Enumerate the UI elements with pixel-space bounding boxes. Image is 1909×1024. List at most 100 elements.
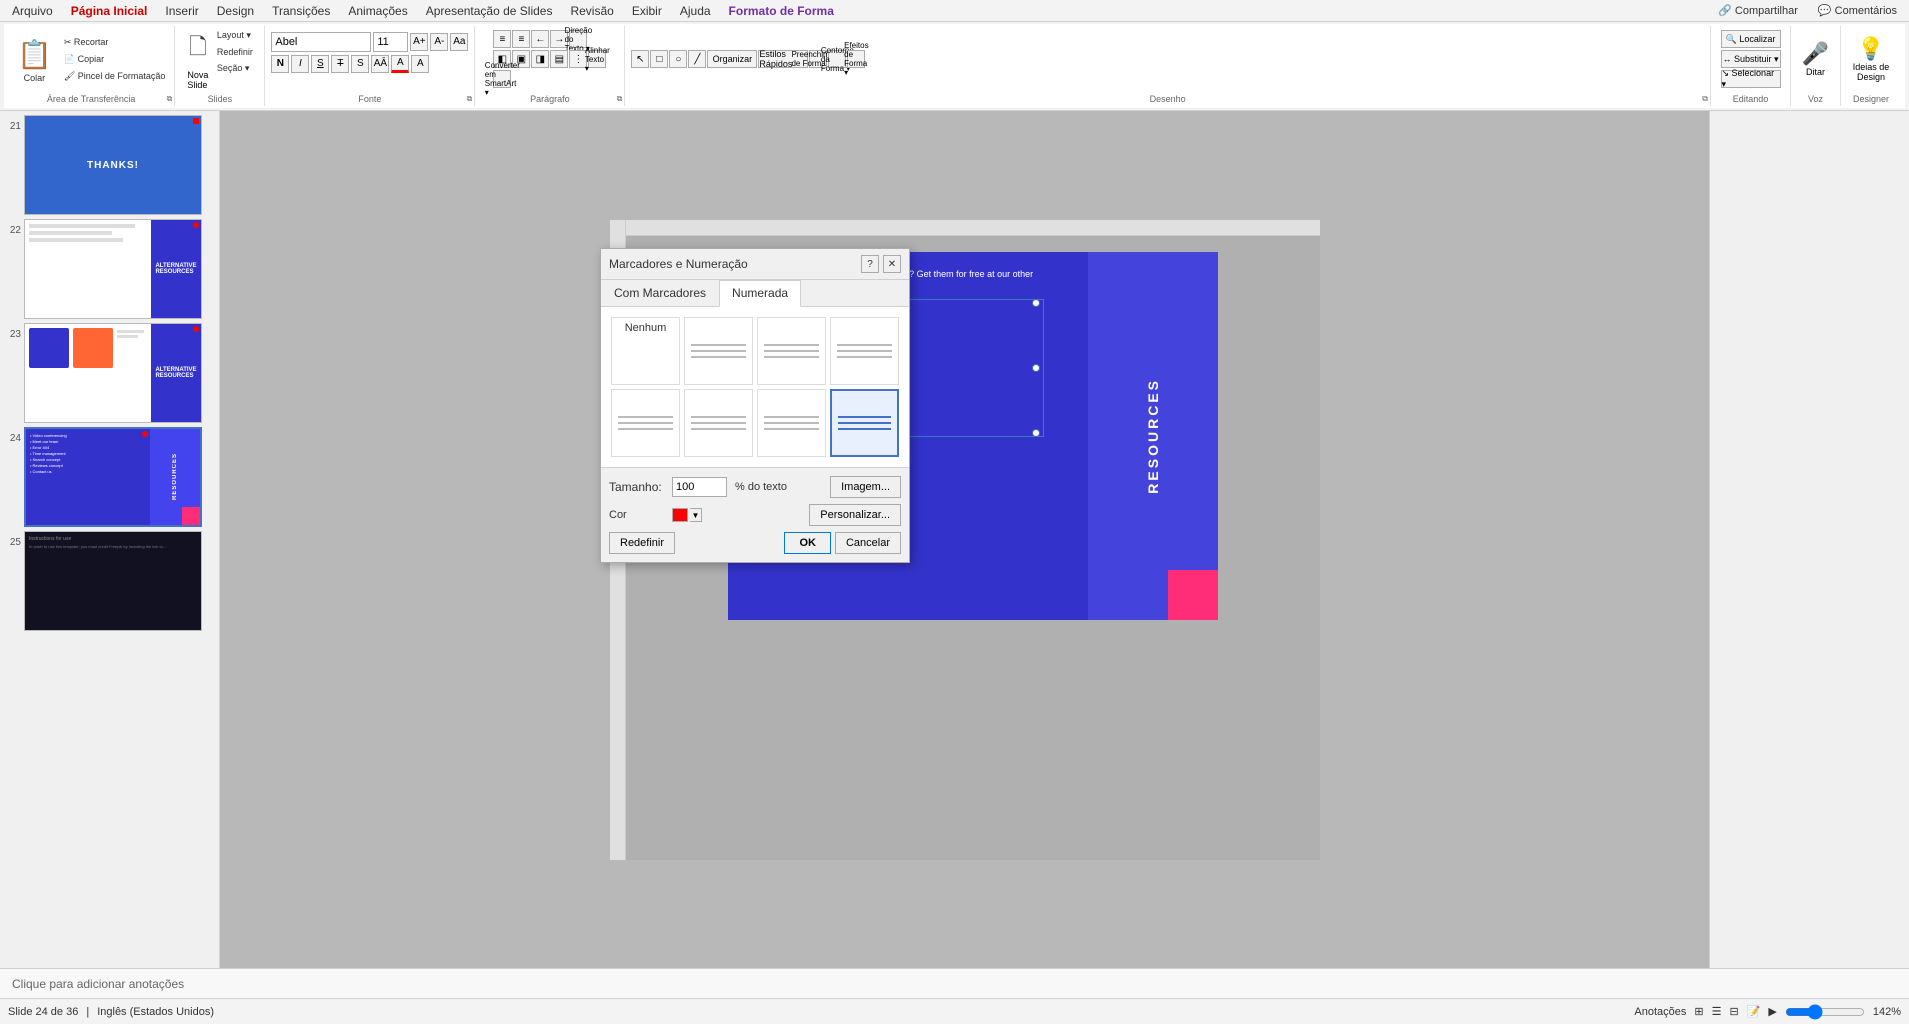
decrease-font-btn[interactable]: A- [430,33,448,51]
notes-area[interactable]: Clique para adicionar anotações [0,968,1909,998]
menu-pagina-inicial[interactable]: Página Inicial [63,2,156,20]
new-slide-button[interactable]: 🗋 [184,28,212,70]
view-notes-btn[interactable]: 📝 [1747,1005,1761,1018]
view-outline-btn[interactable]: ☰ [1712,1005,1722,1018]
menu-arquivo[interactable]: Arquivo [4,2,61,20]
increase-font-btn[interactable]: A+ [410,33,428,51]
cut-button[interactable]: ✂ Recortar [61,35,168,50]
paragraph-expand[interactable]: ⧉ [617,94,623,104]
font-name-input[interactable] [271,32,371,52]
select-btn[interactable]: ↘ Selecionar ▾ [1721,70,1781,88]
menu-ajuda[interactable]: Ajuda [672,2,719,20]
slide-frame-22[interactable]: ALTERNATIVERESOURCES [24,219,202,319]
font-color-btn[interactable]: A [391,55,409,73]
zoom-slider[interactable] [1785,1004,1865,1020]
color-dropdown-btn[interactable]: ▼ [690,508,702,522]
dialog-footer: Tamanho: % do texto Imagem... Cor ▼ Pers… [601,467,909,562]
bullet-option-3[interactable] [830,317,899,385]
image-button[interactable]: Imagem... [830,476,901,498]
align-text-btn[interactable]: Alinhar Texto ▾ [588,50,606,68]
menu-formato-forma[interactable]: Formato de Forma [721,2,842,20]
tab-com-marcadores[interactable]: Com Marcadores [601,280,719,306]
paragraph-label: Parágrafo [475,94,624,104]
view-sorter-btn[interactable]: ⊟ [1729,1005,1738,1018]
cancel-button[interactable]: Cancelar [835,532,901,554]
menu-animacoes[interactable]: Animações [340,2,415,20]
menu-exibir[interactable]: Exibir [624,2,670,20]
redefine-button[interactable]: Redefinir [609,532,675,554]
justify-btn[interactable]: ▤ [550,50,568,68]
copy-button[interactable]: 📄 Copiar [61,52,168,67]
arrange-btn[interactable]: Organizar [707,50,757,68]
voice-label: Voz [1791,94,1840,104]
clipboard-buttons: 📋 Colar ✂ Recortar 📄 Copiar 🖌 Pincel de … [14,28,168,104]
notes-btn[interactable]: Anotações [1634,1006,1686,1018]
drawing-expand[interactable]: ⧉ [1702,94,1708,104]
numbering-btn[interactable]: ≡ [512,30,530,48]
spacing-btn[interactable]: AĀ [371,55,389,73]
section-button[interactable]: Seção ▾ [214,61,256,76]
smartart-btn[interactable]: Converter em SmartArt ▾ [493,70,511,88]
menu-revisao[interactable]: Revisão [562,2,621,20]
find-btn[interactable]: 🔍 Localizar [1721,30,1781,48]
tab-numerada[interactable]: Numerada [719,280,801,307]
dialog-close-btn[interactable]: ✕ [883,255,901,273]
bullet-option-4[interactable] [611,389,680,457]
share-button[interactable]: 🔗 Compartilhar [1710,2,1806,19]
menu-apresentacao[interactable]: Apresentação de Slides [418,2,561,20]
slide-frame-23[interactable]: ALTERNATIVERESOURCES [24,323,202,423]
paste-button[interactable]: 📋 [14,36,55,73]
editing-buttons: 🔍 Localizar ↔ Substituir ▾ ↘ Selecionar … [1721,28,1781,104]
bullet-option-none[interactable]: Nenhum [611,317,680,385]
font-expand[interactable]: ⧉ [467,94,473,104]
notes-placeholder: Clique para adicionar anotações [12,977,184,991]
bullet-option-2[interactable] [757,317,826,385]
bullet-lines-7 [838,416,891,430]
italic-btn[interactable]: I [291,55,309,73]
highlight-btn[interactable]: A [411,55,429,73]
status-right: Anotações ⊞ ☰ ⊟ 📝 ▶ 142% [1634,1004,1901,1020]
layout-button[interactable]: Layout ▾ [214,28,256,43]
ribbon-group-font: A+ A- Aa N I S T S AĀ A A [265,26,475,106]
bold-btn[interactable]: N [271,55,289,73]
decrease-indent-btn[interactable]: ← [531,30,549,48]
bullet-option-6[interactable] [757,389,826,457]
redefine-slide-button[interactable]: Redefinir [214,45,256,59]
bullet-option-1[interactable] [684,317,753,385]
effects-btn[interactable]: Efeitos de Forma ▾ [847,50,865,68]
view-reading-btn[interactable]: ▶ [1768,1005,1776,1018]
color-picker-row: ▼ [672,508,702,522]
underline-btn[interactable]: S [311,55,329,73]
menu-transicoes[interactable]: Transições [264,2,338,20]
ok-button[interactable]: OK [784,532,831,554]
size-input[interactable] [672,477,727,497]
paragraph-buttons: ≡ ≡ ← → Direção do Texto ▾ ◧ ▣ ◨ ▤ ⋮ Ali… [493,28,606,104]
shape-arrow-btn[interactable]: ↖ [631,50,649,68]
format-painter-button[interactable]: 🖌 Pincel de Formatação [61,69,168,84]
none-label: Nenhum [625,322,667,334]
shape-oval-btn[interactable]: ○ [669,50,687,68]
slide-frame-25[interactable]: Instructions for use In order to use thi… [24,531,202,631]
change-case-btn[interactable]: Aa [450,33,468,51]
comments-button[interactable]: 💬 Comentários [1810,2,1905,19]
replace-btn[interactable]: ↔ Substituir ▾ [1721,50,1781,68]
menu-inserir[interactable]: Inserir [157,2,206,20]
menu-design[interactable]: Design [209,2,262,20]
font-size-input[interactable] [373,32,408,52]
color-swatch[interactable] [672,508,688,522]
customize-button[interactable]: Personalizar... [809,504,901,526]
shape-line-btn[interactable]: ╱ [688,50,706,68]
bullets-btn[interactable]: ≡ [493,30,511,48]
shape-rect-btn[interactable]: □ [650,50,668,68]
strikethrough-btn[interactable]: T [331,55,349,73]
view-normal-btn[interactable]: ⊞ [1694,1005,1703,1018]
slide-frame-21[interactable]: THANKS! [24,115,202,215]
dialog-help-btn[interactable]: ? [861,255,879,273]
bullet-option-7-selected[interactable] [830,389,899,457]
slide-frame-24[interactable]: • Video conferencing • Meet our team • E… [24,427,202,527]
shadow-btn[interactable]: S [351,55,369,73]
clipboard-expand[interactable]: ⧉ [167,94,173,104]
drawing-buttons: ↖ □ ○ ╱ Organizar Estilos Rápidos Preenc… [631,28,1704,104]
bullet-option-5[interactable] [684,389,753,457]
align-right-btn[interactable]: ◨ [531,50,549,68]
